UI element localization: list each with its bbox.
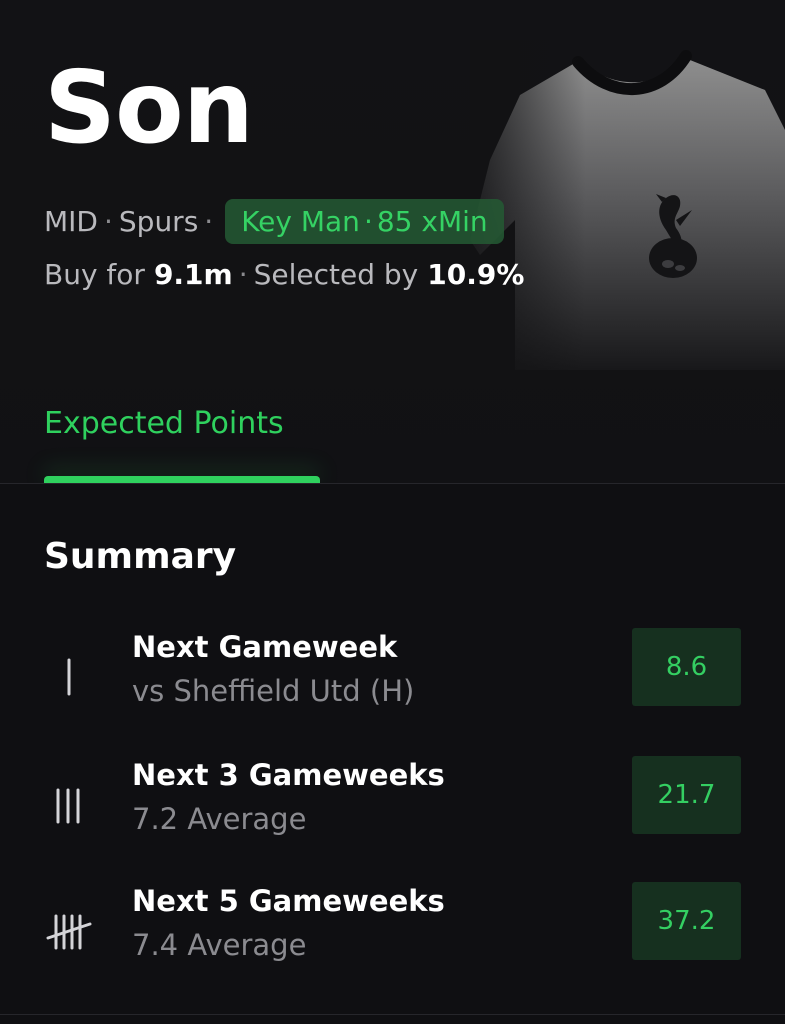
- expected-points-value: 37.2: [632, 882, 741, 960]
- selected-label: Selected by: [253, 258, 419, 291]
- price-row: Buy for 9.1m · Selected by 10.9%: [44, 258, 524, 291]
- summary-row-next-3-gameweeks[interactable]: Next 3 Gameweeks 7.2 Average 21.7: [0, 756, 785, 858]
- selected-percentage: 10.9%: [427, 258, 525, 291]
- tab-divider: [0, 483, 785, 484]
- key-man-badge: Key Man · 85 xMin: [225, 198, 504, 244]
- player-name: Son: [44, 49, 254, 166]
- summary-row-subtitle: vs Sheffield Utd (H): [132, 674, 415, 708]
- tab-expected-points[interactable]: Expected Points: [44, 406, 284, 441]
- tally-1-icon: [67, 658, 71, 696]
- summary-row-title: Next 3 Gameweeks: [132, 758, 445, 792]
- separator-dot: ·: [238, 258, 248, 291]
- active-tab-indicator: [44, 476, 320, 483]
- separator-dot: ·: [204, 204, 214, 238]
- badge-minutes: 85 xMin: [376, 204, 488, 238]
- expected-points-value: 21.7: [632, 756, 741, 834]
- separator-dot: ·: [103, 204, 113, 238]
- summary-row-subtitle: 7.2 Average: [132, 802, 307, 836]
- player-header: Son MID · Spurs · Key Man · 85 xMin Buy …: [0, 0, 785, 484]
- tally-3-icon: [56, 788, 80, 824]
- bottom-divider: [0, 1014, 785, 1015]
- summary-row-next-gameweek[interactable]: Next Gameweek vs Sheffield Utd (H) 8.6: [0, 628, 785, 730]
- summary-row-next-5-gameweeks[interactable]: Next 5 Gameweeks 7.4 Average 37.2: [0, 882, 785, 984]
- badge-role: Key Man: [241, 204, 360, 238]
- summary-row-subtitle: 7.4 Average: [132, 928, 307, 962]
- player-position: MID: [44, 204, 98, 238]
- tally-5-icon: [46, 914, 92, 950]
- player-meta: MID · Spurs · Key Man · 85 xMin: [44, 195, 504, 247]
- spurs-shirt-icon: [470, 40, 785, 370]
- buy-label: Buy for: [44, 258, 145, 291]
- separator-dot: ·: [363, 204, 373, 238]
- summary-row-title: Next 5 Gameweeks: [132, 884, 445, 918]
- summary-title: Summary: [44, 536, 237, 577]
- summary-row-title: Next Gameweek: [132, 630, 398, 664]
- expected-points-value: 8.6: [632, 628, 741, 706]
- player-team: Spurs: [118, 204, 199, 238]
- player-price: 9.1m: [153, 258, 233, 291]
